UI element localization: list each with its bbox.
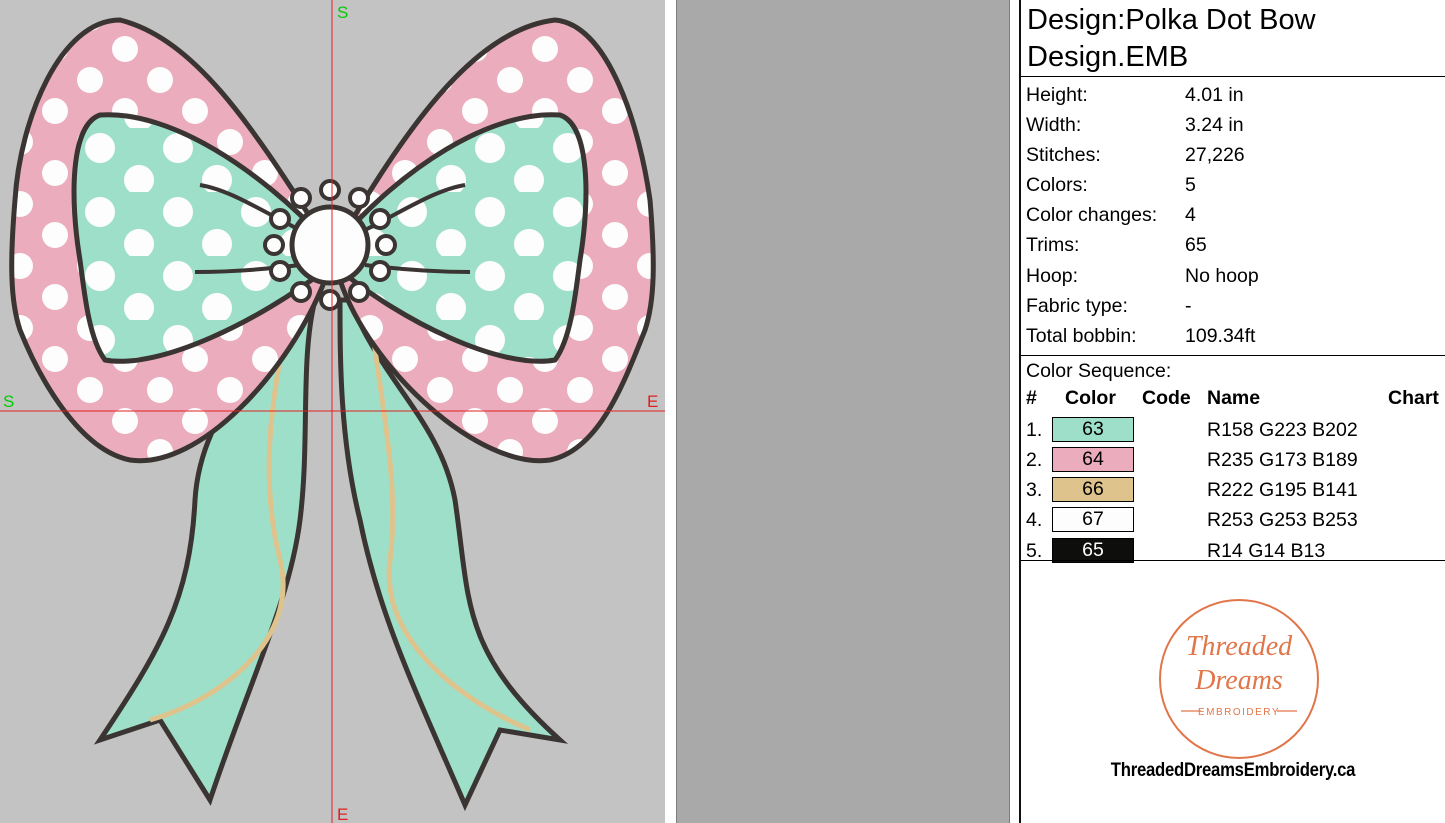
- color-row: 1. 63 R158 G223 B202: [1026, 416, 1358, 442]
- color-row: 3. 66 R222 G195 B141: [1026, 477, 1358, 503]
- color-table: 1. 63 R158 G223 B202 2. 64 R235 G173 B189 3.…: [1021, 415, 1445, 566]
- divider: [665, 0, 676, 823]
- color-swatch: 66: [1052, 477, 1134, 503]
- color-row: 5. 65 R14 G14 B13: [1026, 537, 1326, 563]
- header-name: Name: [1207, 386, 1261, 409]
- design-name: Design:Polka Dot Bow: [1027, 4, 1316, 36]
- info-row-fabric: Fabric type: -: [1026, 294, 1192, 317]
- divider: [1021, 560, 1445, 561]
- axis-label-top: S: [337, 3, 348, 22]
- divider: [1021, 354, 1445, 356]
- header-num: #: [1026, 386, 1037, 409]
- header-color: Color: [1065, 386, 1116, 409]
- design-preview: S S E E: [0, 0, 665, 823]
- info-row-height: Height: 4.01 in: [1026, 84, 1244, 106]
- info-row-colors: Colors: 5: [1026, 174, 1196, 197]
- logo-line-2: Dreams: [1194, 665, 1283, 696]
- info-row-width: Width: 3.24 in: [1026, 114, 1244, 137]
- center-knot: [289, 204, 371, 286]
- info-row-bobbin: Total bobbin: 109.34ft: [1026, 324, 1256, 347]
- divider: [1010, 0, 1019, 823]
- info-row-trims: Trims: 65: [1026, 234, 1207, 257]
- info-list: Height: 4.01 in Width: 3.24 in Stitches: 27…: [1021, 77, 1445, 351]
- color-swatch: 64: [1052, 447, 1134, 473]
- header-chart: Chart: [1388, 386, 1439, 409]
- info-row-color-changes: Color changes: 4: [1026, 204, 1196, 227]
- design-title: Design:Polka Dot Bow Design.EMB: [1021, 0, 1445, 77]
- axis-label-bottom: E: [337, 805, 348, 823]
- axis-label-left: S: [3, 392, 14, 411]
- color-table-header: # Color Code Name Chart: [1021, 385, 1445, 415]
- logo-line-3: EMBROIDERY: [1198, 707, 1280, 718]
- website-link[interactable]: ThreadedDreamsEmbroidery.ca: [1046, 760, 1419, 782]
- logo-line-1: Threaded: [1186, 631, 1293, 662]
- design-canvas[interactable]: S S E E: [0, 0, 665, 823]
- info-row-stitches: Stitches: 27,226: [1026, 144, 1245, 167]
- header-code: Code: [1142, 386, 1191, 409]
- color-row: 4. 67 R253 G253 B253: [1026, 507, 1358, 533]
- color-swatch: 67: [1052, 507, 1134, 533]
- color-swatch: 63: [1052, 416, 1134, 442]
- color-swatch: 65: [1052, 537, 1134, 563]
- color-row: 2. 64 R235 G173 B189: [1026, 447, 1358, 473]
- empty-gray-panel: [676, 0, 1010, 823]
- design-file: Design.EMB: [1027, 41, 1189, 73]
- axis-label-right: E: [647, 392, 658, 411]
- info-row-hoop: Hoop: No hoop: [1026, 264, 1259, 287]
- design-info-panel: Design:Polka Dot Bow Design.EMB Height: 4…: [1019, 0, 1445, 823]
- brand-logo: Threaded Dreams EMBROIDERY: [1159, 599, 1319, 759]
- color-sequence-label: Color Sequence:: [1026, 359, 1172, 382]
